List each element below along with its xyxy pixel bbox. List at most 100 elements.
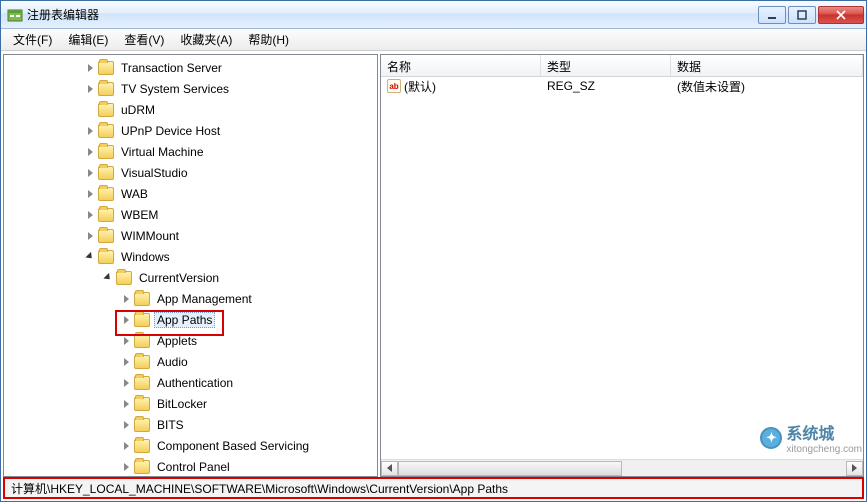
folder-icon [98,82,114,96]
expand-icon[interactable] [120,314,132,326]
expand-icon[interactable] [84,230,96,242]
folder-icon [98,103,114,117]
tree-node[interactable]: WBEM [4,204,377,225]
scroll-left-button[interactable] [381,461,398,476]
folder-icon [134,376,150,390]
menu-file[interactable]: 文件(F) [5,29,60,50]
list-row[interactable]: ab (默认) REG_SZ (数值未设置) [381,77,863,95]
folder-icon [98,208,114,222]
tree-node[interactable]: Control Panel [4,456,377,477]
folder-icon [134,439,150,453]
tree-node-label: Audio [154,354,191,370]
collapse-icon[interactable] [84,251,96,263]
cell-name: ab (默认) [381,78,541,95]
folder-icon [134,334,150,348]
horizontal-scrollbar[interactable] [381,459,863,476]
status-bar: 计算机\HKEY_LOCAL_MACHINE\SOFTWARE\Microsof… [3,477,864,499]
title-bar[interactable]: 注册表编辑器 [1,1,866,29]
col-header-name[interactable]: 名称 [381,55,541,76]
list-body[interactable]: ab (默认) REG_SZ (数值未设置) [381,77,863,459]
value-name: (默认) [404,78,436,95]
collapse-icon[interactable] [102,272,114,284]
tree-node-label: WIMMount [118,228,182,244]
tree-node-label: App Paths [154,312,215,328]
tree-node[interactable]: WAB [4,183,377,204]
tree-node[interactable]: Component Based Servicing [4,435,377,456]
tree-node[interactable]: uDRM [4,99,377,120]
folder-icon [98,145,114,159]
list-header: 名称 类型 数据 [381,55,863,77]
tree-node-label: UPnP Device Host [118,123,223,139]
folder-icon [134,460,150,474]
folder-icon [98,250,114,264]
expand-icon[interactable] [84,62,96,74]
folder-icon [98,187,114,201]
tree-node[interactable]: Windows [4,246,377,267]
tree-node-label: WAB [118,186,151,202]
tree-node-label: Virtual Machine [118,144,207,160]
folder-icon [98,229,114,243]
expand-icon[interactable] [120,335,132,347]
tree-node-label: CurrentVersion [136,270,222,286]
menu-bar: 文件(F) 编辑(E) 查看(V) 收藏夹(A) 帮助(H) [1,29,866,51]
window-controls [758,6,864,24]
folder-icon [134,397,150,411]
registry-tree: Transaction Server TV System Services uDRM… [4,55,377,477]
expand-icon[interactable] [120,440,132,452]
scroll-right-button[interactable] [846,461,863,476]
menu-help[interactable]: 帮助(H) [240,29,297,50]
folder-icon [98,124,114,138]
expand-icon[interactable] [120,377,132,389]
expand-icon[interactable] [84,146,96,158]
expand-icon[interactable] [120,356,132,368]
value-list-pane: 名称 类型 数据 ab (默认) REG_SZ (数值未设置) [380,54,864,477]
close-button[interactable] [818,6,864,24]
tree-node[interactable]: CurrentVersion [4,267,377,288]
folder-icon [98,61,114,75]
expand-icon[interactable] [84,167,96,179]
tree-node-label: VisualStudio [118,165,191,181]
tree-node-label: TV System Services [118,81,232,97]
col-header-type[interactable]: 类型 [541,55,671,76]
tree-node[interactable]: UPnP Device Host [4,120,377,141]
tree-node-label: WBEM [118,207,161,223]
tree-node-label: BITS [154,417,187,433]
expand-icon[interactable] [84,188,96,200]
minimize-button[interactable] [758,6,786,24]
tree-node[interactable]: Virtual Machine [4,141,377,162]
tree-node-label: Windows [118,249,173,265]
menu-edit[interactable]: 编辑(E) [60,29,116,50]
expand-icon[interactable] [84,83,96,95]
tree-node[interactable]: VisualStudio [4,162,377,183]
expand-icon[interactable] [120,293,132,305]
app-icon [7,7,23,23]
maximize-button[interactable] [788,6,816,24]
tree-node[interactable]: BITS [4,414,377,435]
expand-icon[interactable] [120,398,132,410]
menu-favorites[interactable]: 收藏夹(A) [172,29,240,50]
tree-node-label: Control Panel [154,459,233,475]
tree-node[interactable]: BitLocker [4,393,377,414]
scroll-track[interactable] [398,461,846,476]
tree-node[interactable]: TV System Services [4,78,377,99]
tree-node[interactable]: App Management [4,288,377,309]
expand-icon[interactable] [120,461,132,473]
tree-node[interactable]: WIMMount [4,225,377,246]
folder-icon [134,418,150,432]
window-title: 注册表编辑器 [27,6,758,23]
folder-icon [98,166,114,180]
tree-node[interactable]: Transaction Server [4,57,377,78]
col-header-data[interactable]: 数据 [671,55,863,76]
expand-icon[interactable] [84,125,96,137]
tree-node[interactable]: Audio [4,351,377,372]
tree-node[interactable]: Applets [4,330,377,351]
registry-tree-pane[interactable]: Transaction Server TV System Services uDRM… [3,54,378,477]
menu-view[interactable]: 查看(V) [116,29,172,50]
expand-icon[interactable] [84,209,96,221]
tree-node[interactable]: Authentication [4,372,377,393]
tree-node-label: BitLocker [154,396,210,412]
scroll-thumb[interactable] [398,461,622,476]
expand-icon[interactable] [120,419,132,431]
cell-data: (数值未设置) [671,78,863,95]
tree-node[interactable]: App Paths [4,309,377,330]
